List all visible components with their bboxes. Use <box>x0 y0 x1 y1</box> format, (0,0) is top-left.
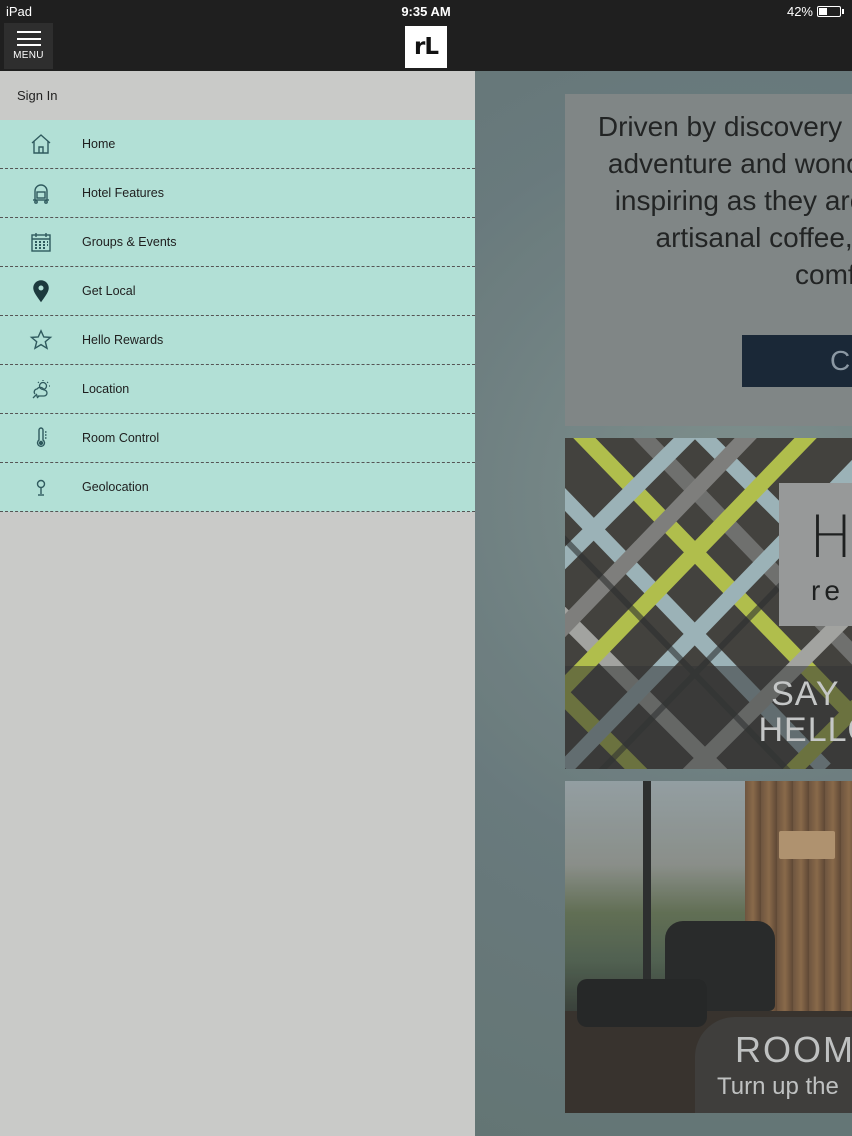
rewards-logo-panel: H re <box>779 483 852 626</box>
rewards-sub: re <box>811 575 844 606</box>
app-logo[interactable]: rL <box>405 26 447 68</box>
battery-percent: 42% <box>786 4 813 19</box>
promo-card: Driven by discovery adventure and wonc i… <box>565 94 852 426</box>
nav-label: Hello Rewards <box>82 333 164 347</box>
nav-item-hotel-features[interactable]: Hotel Features <box>0 169 475 218</box>
promo-line: artisanal coffee, c <box>655 222 852 253</box>
nav-item-hello-rewards[interactable]: Hello Rewards <box>0 316 475 365</box>
battery-tip <box>842 9 844 14</box>
nav-label: Location <box>82 382 130 396</box>
battery-fill <box>819 8 828 15</box>
rewards-heading: H <box>809 503 852 571</box>
promo-line: adventure and wonc <box>607 148 852 179</box>
calendar-icon <box>0 230 82 254</box>
weather-icon <box>0 377 82 401</box>
room-title: ROOM <box>735 1029 852 1070</box>
battery-icon <box>817 6 841 17</box>
nav-label: Home <box>82 137 116 151</box>
battery-indicator: 42% <box>787 4 844 19</box>
rewards-card[interactable]: H re SAY H HELLO <box>565 438 852 769</box>
main-content: Driven by discovery adventure and wonc i… <box>475 71 852 1136</box>
tagline-line: SAY H <box>771 675 852 713</box>
menu-label: MENU <box>13 50 44 61</box>
location-pin-icon <box>0 475 82 499</box>
room-control-card[interactable]: ROOM Turn up the <box>565 781 852 1113</box>
ottoman-image <box>577 979 707 1027</box>
nav-item-room-control[interactable]: Room Control <box>0 414 475 463</box>
promo-line: comfo <box>795 259 852 290</box>
status-bar: iPad 9:35 AM 42% <box>0 0 852 22</box>
room-subtitle: Turn up the <box>717 1073 839 1100</box>
tagline-line: HELLO <box>758 711 852 749</box>
rewards-tagline: SAY H HELLO <box>759 676 852 748</box>
hamburger-icon <box>16 31 41 46</box>
side-menu: Sign In Home Hotel Features Groups & Eve… <box>0 71 475 1136</box>
nav-item-location[interactable]: Location <box>0 365 475 414</box>
nav-label: Geolocation <box>82 480 149 494</box>
nav-item-get-local[interactable]: Get Local <box>0 267 475 316</box>
promo-line: inspiring as they are <box>614 185 852 216</box>
nav-label: Room Control <box>82 431 160 445</box>
nav-item-home[interactable]: Home <box>0 120 475 169</box>
map-pin-icon <box>0 279 82 303</box>
promo-line: Driven by discovery <box>597 111 843 142</box>
nav-item-geolocation[interactable]: Geolocation <box>0 463 475 512</box>
nav-list: Home Hotel Features Groups & Events Get … <box>0 120 475 512</box>
nav-label: Hotel Features <box>82 186 164 200</box>
home-icon <box>0 132 82 156</box>
thermometer-icon <box>0 426 82 450</box>
luggage-cart-icon <box>0 181 82 205</box>
menu-button[interactable]: MENU <box>4 23 53 69</box>
nav-item-groups-events[interactable]: Groups & Events <box>0 218 475 267</box>
nav-label: Groups & Events <box>82 235 177 249</box>
promo-text: Driven by discovery adventure and wonc i… <box>565 108 852 293</box>
app-header: MENU rL <box>0 22 852 71</box>
nav-label: Get Local <box>82 284 136 298</box>
promo-cta-button[interactable]: C <box>742 335 852 387</box>
star-icon <box>0 328 82 352</box>
status-time: 9:35 AM <box>401 4 451 19</box>
sign-in-link[interactable]: Sign In <box>0 71 475 120</box>
lamp-image <box>779 831 835 859</box>
